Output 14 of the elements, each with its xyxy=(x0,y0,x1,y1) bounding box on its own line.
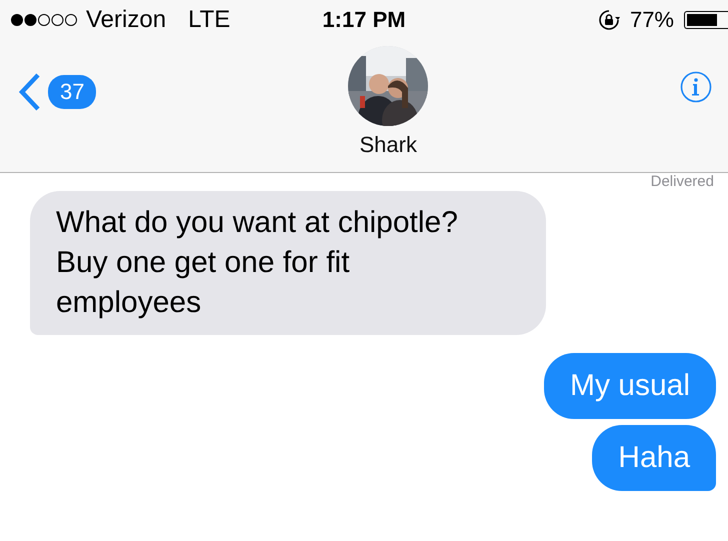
delivered-label: Delivered xyxy=(650,175,714,189)
battery-icon xyxy=(684,11,728,29)
signal-icon xyxy=(10,13,78,27)
clock-time: 1:17 PM xyxy=(322,7,406,33)
network-type: LTE xyxy=(188,6,230,34)
sent-message: Haha xyxy=(592,425,716,491)
chevron-icon xyxy=(18,72,42,112)
rotation-lock-icon xyxy=(598,9,620,31)
received-message: What do you want at chipotle? Buy one get one for fit employees xyxy=(30,191,546,335)
carrier-name: Verizon xyxy=(86,6,166,34)
sent-message: My usual xyxy=(544,353,716,419)
battery-percent: 77% xyxy=(630,7,674,33)
info-button[interactable] xyxy=(680,71,712,103)
contact-name[interactable]: Shark xyxy=(359,132,417,158)
